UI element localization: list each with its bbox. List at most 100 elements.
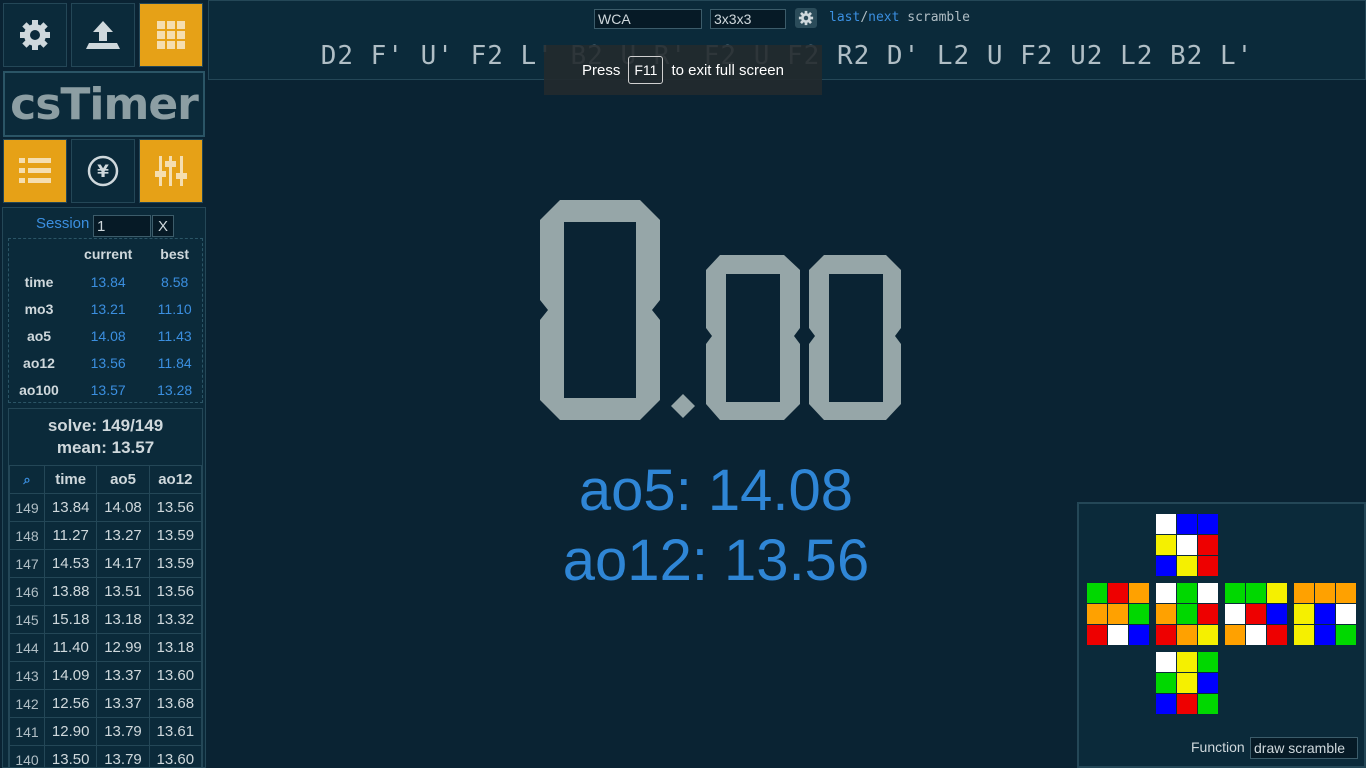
solve-index[interactable]: 147: [9, 549, 45, 578]
timer-display[interactable]: [520, 190, 920, 430]
cube-sticker: [1336, 625, 1356, 645]
solve-ao12[interactable]: 13.60: [148, 745, 202, 767]
stats-best-value[interactable]: 11.10: [147, 295, 202, 322]
solve-ao12[interactable]: 13.56: [148, 577, 202, 606]
cube-sticker: [1246, 625, 1266, 645]
solve-ao5[interactable]: 14.08: [96, 493, 150, 522]
scramble-nav-slash: /: [860, 10, 869, 25]
table-row[interactable]: 140 13.50 13.79 13.60: [9, 745, 202, 767]
stats-current-value[interactable]: 13.21: [69, 295, 147, 322]
cube-sticker: [1177, 604, 1197, 624]
table-row[interactable]: 143 14.09 13.37 13.60: [9, 661, 202, 690]
solve-ao5[interactable]: 13.37: [96, 661, 150, 690]
stats-current-value[interactable]: 13.57: [69, 376, 147, 403]
timer-digits: [540, 200, 901, 420]
stats-best-value[interactable]: 11.84: [147, 349, 202, 376]
solve-ao5[interactable]: 13.79: [96, 745, 150, 767]
solve-ao5[interactable]: 13.27: [96, 521, 150, 550]
cube-sticker: [1156, 673, 1176, 693]
scramble-type-select[interactable]: WCA: [594, 9, 702, 29]
stats-best-value[interactable]: 11.43: [147, 322, 202, 349]
search-icon[interactable]: ⌕: [9, 465, 45, 494]
times-list: solve: 149/149 mean: 13.57 ⌕ time ao5 ao…: [8, 408, 203, 768]
table-row[interactable]: 145 15.18 13.18 13.32: [9, 605, 202, 634]
donate-button[interactable]: ¥: [71, 139, 135, 203]
solve-index[interactable]: 149: [9, 493, 45, 522]
solve-index[interactable]: 141: [9, 717, 45, 746]
table-row[interactable]: 147 14.53 14.17 13.59: [9, 549, 202, 578]
table-row[interactable]: 148 11.27 13.27 13.59: [9, 521, 202, 550]
scramble-word: scramble: [907, 10, 970, 25]
stats-current-value[interactable]: 13.84: [69, 268, 147, 295]
cube-sticker: [1177, 535, 1197, 555]
cube-sticker: [1198, 694, 1218, 714]
cube-sticker: [1177, 625, 1197, 645]
timer-digit-0-small: [706, 255, 800, 420]
solve-time[interactable]: 14.53: [43, 549, 98, 578]
solve-ao12[interactable]: 13.59: [148, 521, 202, 550]
solve-ao12[interactable]: 13.59: [148, 549, 202, 578]
solve-ao5[interactable]: 13.51: [96, 577, 150, 606]
export-button[interactable]: [71, 3, 135, 67]
table-row[interactable]: 141 12.90 13.79 13.61: [9, 717, 202, 746]
solve-time[interactable]: 13.88: [43, 577, 98, 606]
last-scramble-link[interactable]: last: [829, 10, 860, 25]
cube-sticker: [1087, 604, 1107, 624]
session-label: Session: [36, 215, 90, 232]
ao5-display[interactable]: ao5: 14.08: [516, 460, 916, 522]
table-row[interactable]: 142 12.56 13.37 13.68: [9, 689, 202, 718]
stats-best-value[interactable]: 8.58: [147, 268, 202, 295]
solve-time[interactable]: 12.90: [43, 717, 98, 746]
settings-button[interactable]: [3, 3, 67, 67]
solve-ao12[interactable]: 13.60: [148, 661, 202, 690]
solve-index[interactable]: 148: [9, 521, 45, 550]
table-row[interactable]: 146 13.88 13.51 13.56: [9, 577, 202, 606]
solve-index[interactable]: 144: [9, 633, 45, 662]
ao12-display[interactable]: ao12: 13.56: [516, 530, 916, 592]
scramble-tools-button[interactable]: [139, 3, 203, 67]
solve-index[interactable]: 145: [9, 605, 45, 634]
table-row[interactable]: 144 11.40 12.99 13.18: [9, 633, 202, 662]
cube-sticker: [1177, 556, 1197, 576]
solve-index[interactable]: 146: [9, 577, 45, 606]
stats-current-value[interactable]: 13.56: [69, 349, 147, 376]
session-select[interactable]: [93, 215, 151, 237]
cube-sticker: [1108, 583, 1128, 603]
solve-ao5[interactable]: 13.79: [96, 717, 150, 746]
cube-face-left: [1087, 583, 1149, 645]
solve-time[interactable]: 13.50: [43, 745, 98, 767]
puzzle-select[interactable]: 3x3x3: [710, 9, 786, 29]
solve-ao12[interactable]: 13.56: [148, 493, 202, 522]
solve-ao12[interactable]: 13.32: [148, 605, 202, 634]
fullscreen-exit-text: to exit full screen: [671, 61, 784, 79]
solve-time[interactable]: 11.27: [43, 521, 98, 550]
solve-ao5[interactable]: 13.18: [96, 605, 150, 634]
solve-ao12[interactable]: 13.68: [148, 689, 202, 718]
stats-list-button[interactable]: [3, 139, 67, 203]
solve-time[interactable]: 15.18: [43, 605, 98, 634]
solve-index[interactable]: 142: [9, 689, 45, 718]
scramble-settings-button[interactable]: [795, 8, 817, 28]
options-button[interactable]: [139, 139, 203, 203]
solve-ao5[interactable]: 14.17: [96, 549, 150, 578]
solve-ao5[interactable]: 13.37: [96, 689, 150, 718]
solve-time[interactable]: 11.40: [43, 633, 98, 662]
cube-sticker: [1198, 604, 1218, 624]
next-scramble-link[interactable]: next: [868, 10, 899, 25]
table-row[interactable]: 149 13.84 14.08 13.56: [9, 493, 202, 522]
cube-sticker: [1156, 556, 1176, 576]
cube-sticker: [1156, 604, 1176, 624]
solve-time[interactable]: 13.84: [43, 493, 98, 522]
solve-ao12[interactable]: 13.18: [148, 633, 202, 662]
function-select[interactable]: draw scramble: [1250, 737, 1358, 759]
solve-index[interactable]: 140: [9, 745, 45, 767]
solve-ao12[interactable]: 13.61: [148, 717, 202, 746]
solve-ao5[interactable]: 12.99: [96, 633, 150, 662]
stats-best-value[interactable]: 13.28: [147, 376, 202, 403]
cube-sticker: [1108, 625, 1128, 645]
solve-index[interactable]: 143: [9, 661, 45, 690]
session-close-button[interactable]: X: [152, 215, 174, 237]
stats-current-value[interactable]: 14.08: [69, 322, 147, 349]
solve-time[interactable]: 12.56: [43, 689, 98, 718]
solve-time[interactable]: 14.09: [43, 661, 98, 690]
